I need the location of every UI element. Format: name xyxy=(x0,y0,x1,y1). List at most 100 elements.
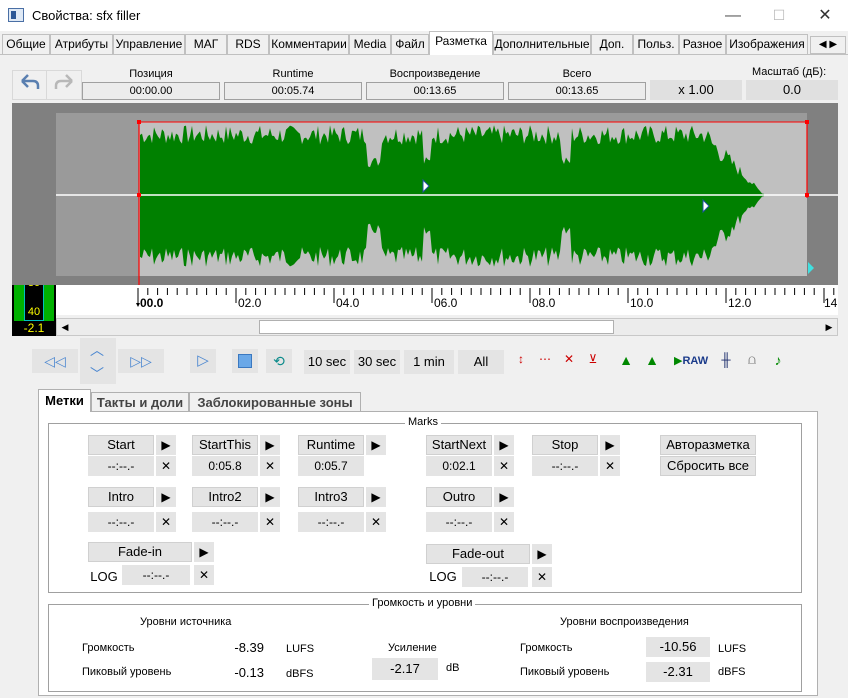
mark-intro-clear-icon[interactable]: ✕ xyxy=(156,512,176,532)
tab-comments[interactable]: Комментарии xyxy=(269,34,349,54)
tab-rds[interactable]: RDS xyxy=(227,34,269,54)
fadein-value[interactable]: --:--.- xyxy=(122,565,190,585)
zoom-out-vertical-icon[interactable]: ﹀ xyxy=(90,364,104,384)
mark-intro2-play-icon[interactable]: ▶ xyxy=(260,487,280,507)
tab-general[interactable]: Общие xyxy=(2,34,50,54)
mark-start-button[interactable]: Start xyxy=(88,435,154,455)
play-button[interactable]: ▷ xyxy=(190,349,216,373)
waveform-scrollbar[interactable]: ◀ ▶ xyxy=(56,318,838,336)
scroll-left-arrow-icon[interactable]: ◀ xyxy=(57,319,73,335)
mark-start-value[interactable]: --:--.- xyxy=(88,456,154,476)
rewind-button[interactable]: ◁◁ xyxy=(32,349,78,373)
level-tool-1-icon[interactable]: ▲ xyxy=(616,352,636,372)
tab-mag[interactable]: МАГ xyxy=(185,34,227,54)
mark-intro2-clear-icon[interactable]: ✕ xyxy=(260,512,280,532)
fadein-mode[interactable]: LOG xyxy=(88,567,120,587)
mark-stop-clear-icon[interactable]: ✕ xyxy=(600,456,620,476)
reset-all-button[interactable]: Сбросить все xyxy=(660,456,756,476)
stop-button[interactable] xyxy=(232,349,258,373)
fadeout-button[interactable]: Fade-out xyxy=(426,544,530,564)
scroll-right-arrow-icon[interactable]: ▶ xyxy=(821,319,837,335)
tab-misc[interactable]: Разное xyxy=(679,34,726,54)
mark-startnext-button[interactable]: StartNext xyxy=(426,435,492,455)
mark-intro3-play-icon[interactable]: ▶ xyxy=(366,487,386,507)
tab-markup[interactable]: Разметка xyxy=(429,31,493,55)
zoom-all-button[interactable]: All xyxy=(458,350,504,374)
marker-tool-2-icon[interactable]: ⋯ xyxy=(536,352,554,372)
music-note-icon[interactable]: ♪ xyxy=(768,352,788,372)
mark-runtime-button[interactable]: Runtime xyxy=(298,435,364,455)
mark-intro-button[interactable]: Intro xyxy=(88,487,154,507)
zoom-30sec-button[interactable]: 30 sec xyxy=(354,350,400,374)
fadein-clear-icon[interactable]: ✕ xyxy=(194,565,214,585)
mark-intro3-value[interactable]: --:--.- xyxy=(298,512,364,532)
mark-intro-play-icon[interactable]: ▶ xyxy=(156,487,176,507)
zoom-in-vertical-icon[interactable]: ︿ xyxy=(90,340,104,360)
mark-intro-value[interactable]: --:--.- xyxy=(88,512,154,532)
mark-startthis-value[interactable]: 0:05.8 xyxy=(192,456,258,476)
time-ruler[interactable]: 00.0 02.0 04.0 06.0 08.0 10.0 12.0 14 xyxy=(56,285,838,315)
raw-view-button[interactable]: ▶RAW xyxy=(674,354,708,372)
mark-intro2-value[interactable]: --:--.- xyxy=(192,512,258,532)
redo-button[interactable] xyxy=(46,70,82,100)
scroll-thumb[interactable] xyxy=(259,320,614,334)
waveform-view[interactable] xyxy=(12,103,838,285)
tab-media[interactable]: Media xyxy=(349,34,391,54)
level-tool-2-icon[interactable]: ▲ xyxy=(642,352,662,372)
maximize-button[interactable]: ☐ xyxy=(756,0,802,31)
zoom-1min-button[interactable]: 1 min xyxy=(404,350,454,374)
mark-intro3-button[interactable]: Intro3 xyxy=(298,487,364,507)
marker-tool-1-icon[interactable]: ↕ xyxy=(512,352,530,372)
mark-outro-play-icon[interactable]: ▶ xyxy=(494,487,514,507)
mark-runtime-value[interactable]: 0:05.7 xyxy=(298,456,364,476)
playback-field[interactable]: 00:13.65 xyxy=(366,82,504,100)
runtime-field[interactable]: 00:05.74 xyxy=(224,82,362,100)
mark-start-play-icon[interactable]: ▶ xyxy=(156,435,176,455)
fadein-play-icon[interactable]: ▶ xyxy=(194,542,214,562)
mark-stop-button[interactable]: Stop xyxy=(532,435,598,455)
undo-button[interactable] xyxy=(12,70,48,100)
close-button[interactable]: ✕ xyxy=(802,0,848,31)
mark-runtime-play-icon[interactable]: ▶ xyxy=(366,435,386,455)
mark-startthis-clear-icon[interactable]: ✕ xyxy=(260,456,280,476)
mark-intro3-clear-icon[interactable]: ✕ xyxy=(366,512,386,532)
tab-attributes[interactable]: Атрибуты xyxy=(50,34,113,54)
tab-extra[interactable]: Доп. xyxy=(591,34,633,54)
tab-user[interactable]: Польз. xyxy=(633,34,679,54)
mark-outro-value[interactable]: --:--.- xyxy=(426,512,492,532)
tab-scroll-arrows[interactable]: ◀ ▶ xyxy=(810,36,846,54)
mark-outro-clear-icon[interactable]: ✕ xyxy=(494,512,514,532)
auto-markup-button[interactable]: Авторазметка xyxy=(660,435,756,455)
fast-forward-button[interactable]: ▷▷ xyxy=(118,349,164,373)
gain-value[interactable]: -2.17 xyxy=(372,658,438,680)
subtab-locked-zones[interactable]: Заблокированные зоны xyxy=(189,392,361,412)
scale-value[interactable]: 0.0 xyxy=(746,80,838,100)
vertical-zoom-control[interactable]: ︿ ﹀ xyxy=(80,338,116,384)
fadeout-clear-icon[interactable]: ✕ xyxy=(532,567,552,587)
fadein-button[interactable]: Fade-in xyxy=(88,542,192,562)
lock-zone-icon[interactable]: ⩍ xyxy=(742,352,762,372)
mark-startthis-button[interactable]: StartThis xyxy=(192,435,258,455)
marker-tool-4-icon[interactable]: ⊻ xyxy=(584,352,602,372)
mark-startnext-play-icon[interactable]: ▶ xyxy=(494,435,514,455)
beat-grid-icon[interactable]: ╫ xyxy=(716,352,736,372)
mark-outro-button[interactable]: Outro xyxy=(426,487,492,507)
mark-stop-play-icon[interactable]: ▶ xyxy=(600,435,620,455)
mark-startnext-clear-icon[interactable]: ✕ xyxy=(494,456,514,476)
mark-startthis-play-icon[interactable]: ▶ xyxy=(260,435,280,455)
subtab-beats[interactable]: Такты и доли xyxy=(91,392,189,412)
mark-startnext-value[interactable]: 0:02.1 xyxy=(426,456,492,476)
position-field[interactable]: 00:00.00 xyxy=(82,82,220,100)
subtab-marks[interactable]: Метки xyxy=(38,389,91,412)
tab-file[interactable]: Файл xyxy=(391,34,429,54)
mark-start-clear-icon[interactable]: ✕ xyxy=(156,456,176,476)
zoom-factor[interactable]: x 1.00 xyxy=(650,80,742,100)
mark-intro2-button[interactable]: Intro2 xyxy=(192,487,258,507)
fadeout-play-icon[interactable]: ▶ xyxy=(532,544,552,564)
zoom-10sec-button[interactable]: 10 sec xyxy=(304,350,350,374)
marker-tool-3-icon[interactable]: ✕ xyxy=(560,352,578,372)
mark-stop-value[interactable]: --:--.- xyxy=(532,456,598,476)
loop-button[interactable]: ⟲ xyxy=(266,349,292,373)
fadeout-mode[interactable]: LOG xyxy=(426,567,460,587)
minimize-button[interactable]: — xyxy=(710,0,756,31)
